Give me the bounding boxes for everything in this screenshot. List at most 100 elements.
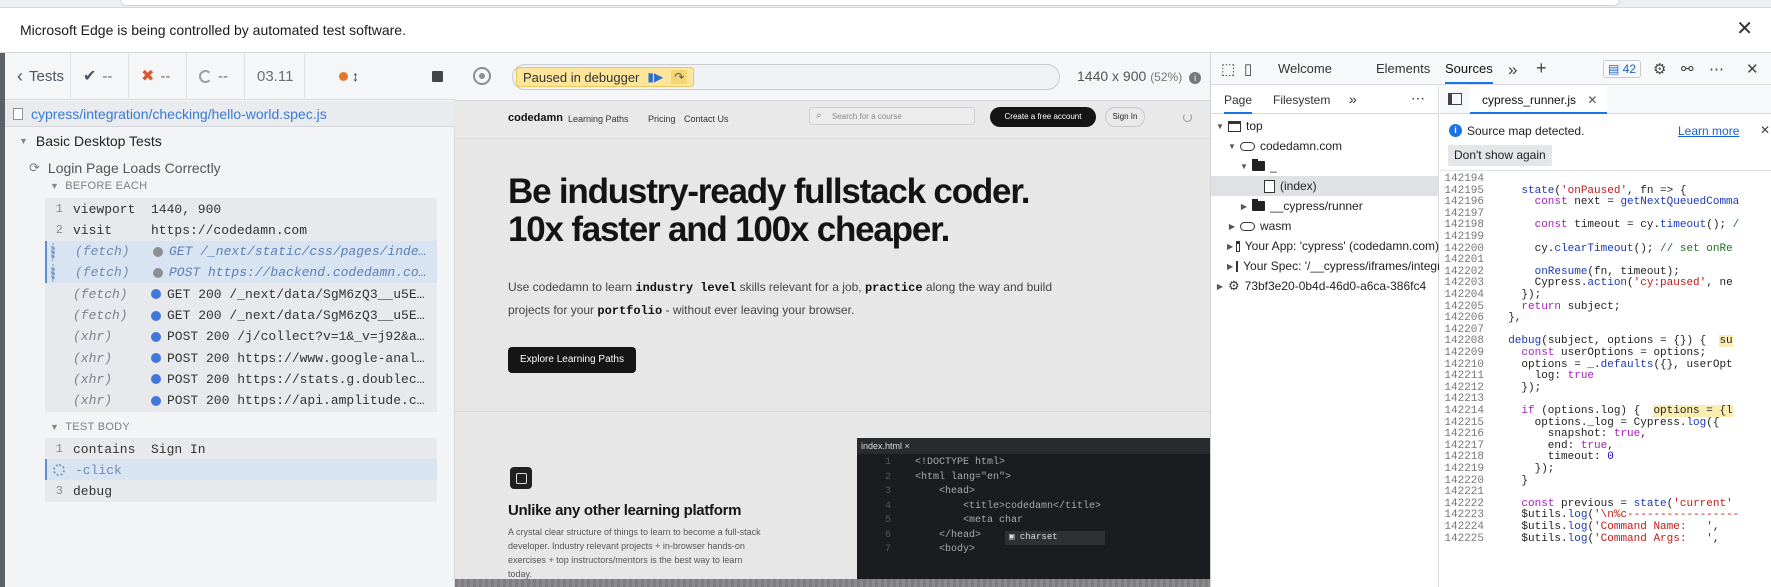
stop-button[interactable] bbox=[371, 53, 455, 100]
command-row[interactable]: (fetch) GET /_next/static/css/pages/index… bbox=[45, 240, 437, 264]
automation-infobar: Microsoft Edge is being controlled by au… bbox=[0, 8, 1771, 53]
learn-more-link[interactable]: Learn more bbox=[1678, 124, 1739, 138]
request-status-dot-icon bbox=[151, 353, 161, 364]
nav-menu-icon[interactable]: ⋯ bbox=[1411, 90, 1425, 107]
dont-show-again-button[interactable]: Don't show again bbox=[1448, 145, 1552, 166]
connect-icon[interactable]: ⚯ bbox=[1681, 60, 1694, 78]
more-tabs-icon[interactable]: » bbox=[1508, 60, 1517, 80]
editor-line: 1 <!DOCTYPE html> bbox=[857, 457, 1210, 472]
site-logo[interactable]: codedamn bbox=[508, 112, 563, 124]
file-tab-cypress-runner[interactable]: cypress_runner.js ✕ bbox=[1470, 86, 1608, 114]
tree-label: Your Spec: '/__cypress/iframes/integrati… bbox=[1243, 259, 1439, 273]
nav-link-pricing[interactable]: Pricing bbox=[648, 114, 676, 124]
command-name: (xhr) bbox=[73, 393, 113, 409]
settings-gear-icon[interactable]: ⚙ bbox=[1653, 60, 1666, 78]
command-name: (xhr) bbox=[73, 371, 113, 387]
tests-nav-button[interactable]: ‹ Tests bbox=[5, 52, 71, 100]
close-icon: × bbox=[904, 441, 910, 451]
address-bar[interactable] bbox=[120, 0, 1620, 6]
tree-item[interactable]: ▶ wasm bbox=[1211, 216, 1439, 236]
command-row[interactable]: (xhr) POST 200 https://www.google-analyti… bbox=[45, 347, 437, 371]
command-row[interactable]: 1 viewport 1440, 900 bbox=[45, 198, 437, 221]
command-row[interactable]: 2 visit https://codedamn.com bbox=[45, 219, 437, 243]
tree-arrow-icon[interactable]: ▶ bbox=[1215, 282, 1225, 291]
command-row[interactable]: (fetch) GET 200 /_next/data/SgM6zQ3__u5E1… bbox=[45, 283, 437, 307]
tree-arrow-icon[interactable]: ▼ bbox=[1227, 142, 1237, 151]
close-infobar-icon[interactable]: ✕ bbox=[1760, 123, 1770, 137]
more-options-icon[interactable]: ⋯ bbox=[1709, 60, 1724, 78]
command-message: POST 200 https://stats.g.doubleclick.net… bbox=[167, 371, 437, 387]
test-title[interactable]: ⟳ Login Page Loads Correctly bbox=[5, 156, 455, 180]
tree-arrow-icon[interactable]: ▶ bbox=[1227, 222, 1237, 231]
create-account-button[interactable]: Create a free account bbox=[990, 107, 1096, 127]
command-message: GET 200 /_next/data/SgM6zQ3__u5E1x/index… bbox=[167, 286, 437, 302]
source-code[interactable]: 142194 142195 state('onPaused', fn => {14… bbox=[1440, 172, 1771, 587]
tree-arrow-icon[interactable]: ▶ bbox=[1227, 242, 1233, 251]
add-tab-icon[interactable]: + bbox=[1536, 58, 1547, 79]
command-message: GET /_next/static/css/pages/index.ec4ab1… bbox=[169, 244, 437, 260]
tree-item[interactable]: ▶ Your Spec: '/__cypress/iframes/integrat… bbox=[1211, 256, 1439, 276]
command-name: (fetch) bbox=[73, 308, 128, 323]
explore-paths-button[interactable]: Explore Learning Paths bbox=[508, 347, 636, 373]
request-status-dot-icon bbox=[151, 310, 161, 321]
tree-item[interactable]: ▶ __cypress/runner bbox=[1211, 196, 1439, 216]
infobar-close-icon[interactable]: ✕ bbox=[1736, 19, 1753, 39]
status-dot-icon bbox=[339, 71, 348, 81]
tree-item[interactable]: ▼ top bbox=[1211, 116, 1439, 136]
tree-item[interactable]: ▶ ⚙ 73bf3e20-0b4d-46d0-a6ca-386fc4 bbox=[1211, 276, 1439, 296]
command-row[interactable]: (xhr) POST 200 https://api.amplitude.com/ bbox=[45, 389, 437, 413]
spec-path-link[interactable]: cypress/integration/checking/hello-world… bbox=[31, 106, 327, 122]
close-tab-icon[interactable]: ✕ bbox=[1587, 93, 1597, 107]
command-row[interactable]: (fetch) GET 200 /_next/data/SgM6zQ3__u5E1… bbox=[45, 304, 437, 328]
tab-elements[interactable]: Elements bbox=[1376, 61, 1430, 76]
command-message: POST 200 https://api.amplitude.com/ bbox=[167, 393, 437, 409]
tree-item[interactable]: ▶ Your App: 'cypress' (codedamn.com) bbox=[1211, 236, 1439, 256]
tree-arrow-icon[interactable]: ▶ bbox=[1227, 262, 1233, 271]
pending-spinner-icon bbox=[51, 263, 55, 282]
close-devtools-icon[interactable]: ✕ bbox=[1746, 60, 1759, 78]
issues-badge[interactable]: ▤ 42 bbox=[1603, 60, 1642, 78]
tab-sources[interactable]: Sources bbox=[1445, 61, 1493, 84]
suite-title[interactable]: ▼ Basic Desktop Tests bbox=[5, 129, 455, 153]
hero-headline-2: 10x faster and 100x cheaper. bbox=[508, 210, 950, 249]
command-row[interactable]: 1 contains Sign In bbox=[45, 438, 437, 461]
step-over-icon[interactable]: ↷ bbox=[671, 70, 688, 84]
command-row[interactable]: (xhr) POST 200 /j/collect?v=1&_v=j92&a=16… bbox=[45, 325, 437, 349]
info-icon: i bbox=[1449, 124, 1462, 137]
more-nav-icon[interactable]: » bbox=[1349, 91, 1357, 107]
tab-page[interactable]: Page bbox=[1224, 93, 1253, 114]
viewport-info[interactable]: 1440 x 900 (52%) i bbox=[1077, 68, 1202, 84]
command-message: https://codedamn.com bbox=[151, 222, 308, 238]
before-each-header[interactable]: ▼ BEFORE EACH bbox=[50, 180, 147, 192]
device-toggle-icon[interactable]: ▯ bbox=[1244, 60, 1252, 78]
tab-welcome[interactable]: Welcome bbox=[1278, 61, 1332, 76]
tree-item[interactable]: ▼ _ bbox=[1211, 156, 1439, 176]
tree-arrow-icon[interactable]: ▶ bbox=[1239, 202, 1249, 211]
resume-icon[interactable]: ▮▶ bbox=[647, 70, 663, 84]
test-body-header[interactable]: ▼ TEST BODY bbox=[50, 421, 130, 433]
passed-value: -- bbox=[102, 67, 113, 85]
command-row[interactable]: (fetch) POST https://backend.codedamn.com… bbox=[45, 261, 437, 285]
sign-in-button[interactable]: Sign In bbox=[1105, 107, 1145, 127]
scroll-toggle[interactable]: ↕ bbox=[305, 53, 371, 100]
command-row[interactable]: 3 debug bbox=[45, 480, 437, 503]
toggle-navigator-icon[interactable] bbox=[1448, 93, 1462, 105]
tab-filesystem[interactable]: Filesystem bbox=[1273, 93, 1330, 107]
tree-label: _ bbox=[1270, 159, 1277, 173]
tree-item[interactable]: ▼ codedamn.com bbox=[1211, 136, 1439, 156]
nav-link-contact[interactable]: Contact Us bbox=[684, 114, 729, 124]
preview-scrollbar[interactable] bbox=[455, 579, 1210, 587]
tree-item[interactable]: (index) bbox=[1211, 176, 1439, 196]
command-message: GET 200 /_next/data/SgM6zQ3__u5E1x/learn… bbox=[167, 308, 437, 323]
collapse-arrow-icon: ▼ bbox=[50, 181, 60, 191]
tree-arrow-icon[interactable]: ▼ bbox=[1215, 122, 1225, 131]
command-row[interactable]: -click bbox=[45, 459, 437, 482]
tree-arrow-icon[interactable]: ▼ bbox=[1239, 162, 1249, 171]
tree-label: (index) bbox=[1280, 179, 1317, 193]
inspect-element-icon[interactable]: ⬚ bbox=[1221, 60, 1235, 78]
command-row[interactable]: (xhr) POST 200 https://stats.g.doubleclic… bbox=[45, 368, 437, 392]
nav-link-learning-paths[interactable]: Learning Paths bbox=[568, 114, 629, 124]
selector-playground-icon[interactable] bbox=[473, 67, 491, 85]
command-number bbox=[47, 242, 75, 261]
site-search-input[interactable]: Search for a course bbox=[809, 107, 975, 125]
